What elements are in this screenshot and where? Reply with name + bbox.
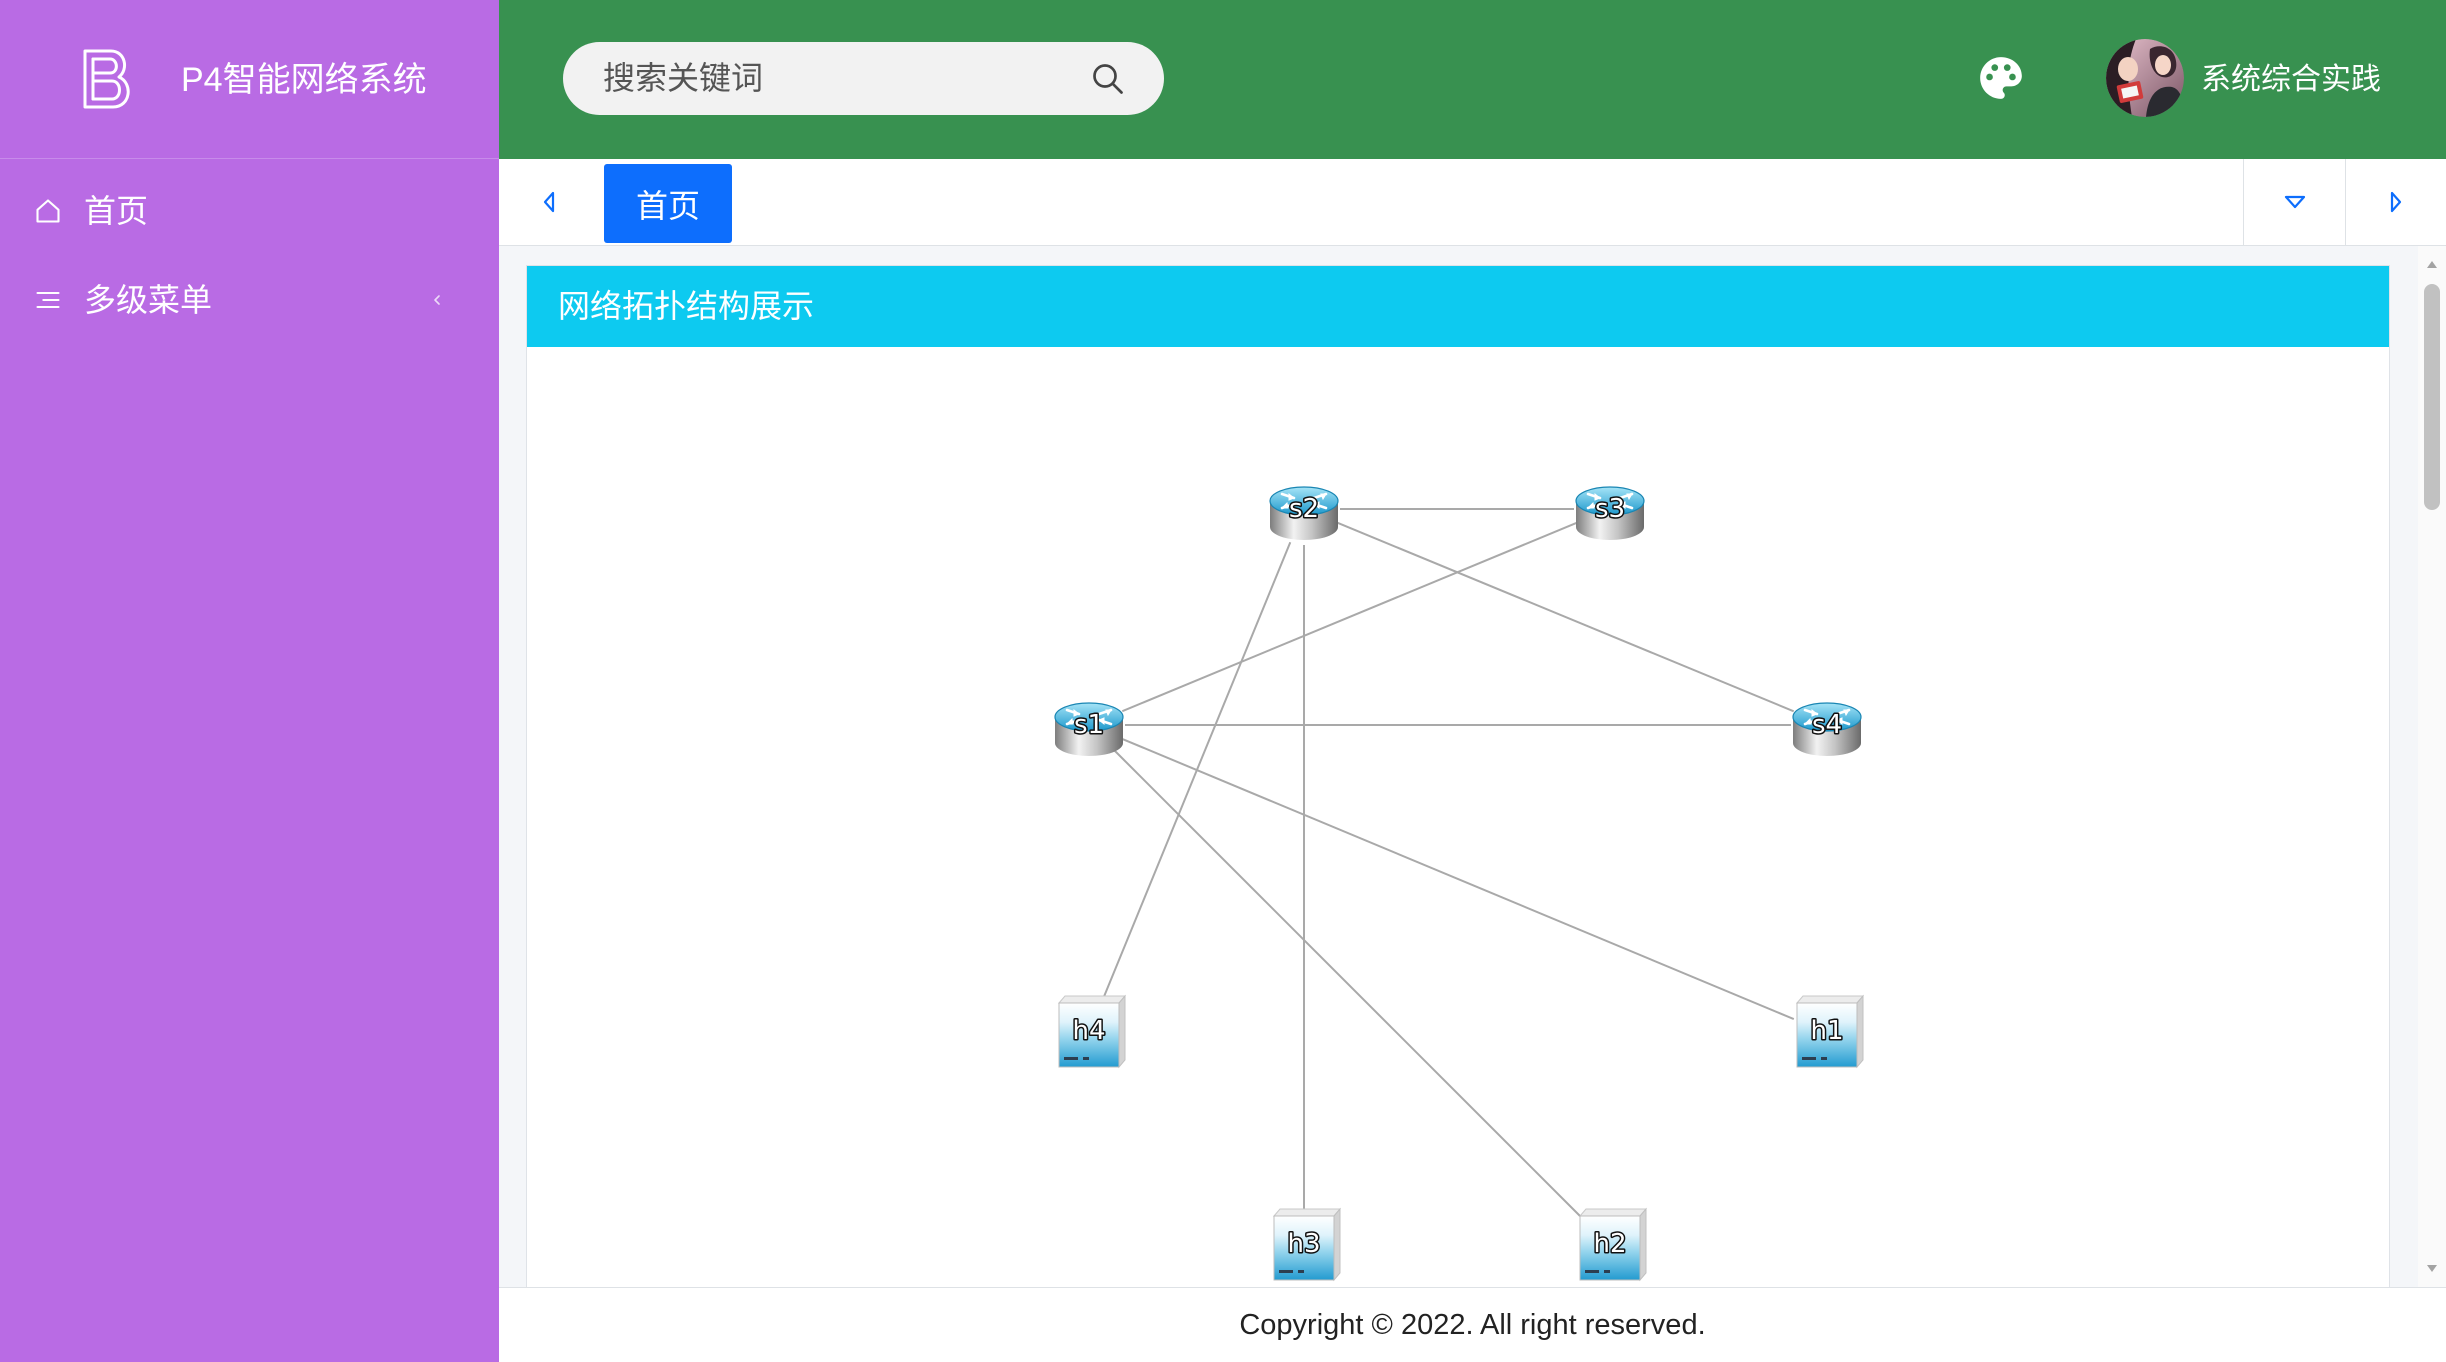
caret-left-icon — [539, 189, 559, 215]
switch-node[interactable]: s3 — [1574, 485, 1646, 542]
tab-home[interactable]: 首页 — [604, 164, 732, 243]
host-node[interactable]: h2 — [1579, 1208, 1647, 1281]
node-label: h2 — [1593, 1229, 1626, 1259]
host-node[interactable]: h4 — [1058, 995, 1126, 1068]
sidebar-menu: 首页 多级菜单 — [0, 167, 499, 345]
top-header: 系统综合实践 — [499, 0, 2446, 159]
chevron-left-icon[interactable] — [427, 290, 447, 310]
indent-menu-icon — [34, 286, 62, 314]
app-title: P4智能网络系统 — [181, 61, 427, 99]
footer-copyright: Copyright © 2022. All right reserved. — [499, 1287, 2446, 1362]
topology-links — [1101, 508, 1795, 1222]
topology-card: 网络拓扑结构展示 s1 s2 s3 s4 h1 h2 h3 h4 — [526, 265, 2390, 1287]
sidebar-item-multilevel-menu[interactable]: 多级菜单 — [0, 256, 499, 345]
sidebar: P4智能网络系统 首页 多级菜单 — [0, 0, 499, 1362]
topology-link — [1101, 541, 1292, 1001]
scroll-up-arrow-icon[interactable] — [2426, 260, 2438, 269]
node-label: s2 — [1289, 494, 1319, 524]
sidebar-item-label: 多级菜单 — [84, 282, 213, 318]
brand[interactable]: P4智能网络系统 — [0, 0, 499, 159]
node-label: h1 — [1810, 1016, 1843, 1046]
tab-scroll-right-button[interactable] — [2345, 159, 2446, 245]
vertical-scrollbar[interactable] — [2418, 246, 2446, 1287]
node-label: s4 — [1812, 710, 1842, 740]
content-area: 网络拓扑结构展示 s1 s2 s3 s4 h1 h2 h3 h4 — [499, 246, 2446, 1287]
host-node[interactable]: h1 — [1796, 995, 1864, 1068]
search-icon[interactable] — [1090, 61, 1126, 97]
card-title: 网络拓扑结构展示 — [527, 266, 2389, 347]
host-node[interactable]: h3 — [1273, 1208, 1341, 1281]
topology-link — [1121, 737, 1795, 1021]
tab-menu-dropdown-button[interactable] — [2243, 159, 2345, 245]
search-input[interactable] — [603, 42, 1083, 115]
search-box[interactable] — [563, 42, 1164, 115]
scroll-down-arrow-icon[interactable] — [2426, 1264, 2438, 1273]
user-name[interactable]: 系统综合实践 — [2201, 60, 2381, 100]
sidebar-item-label: 首页 — [84, 193, 149, 229]
palette-icon[interactable] — [1976, 53, 2026, 103]
node-label: h4 — [1072, 1016, 1105, 1046]
tab-scroll-left-button[interactable] — [499, 159, 599, 245]
main-area: 系统综合实践 首页 网络 — [499, 0, 2446, 1362]
scrollbar-thumb[interactable] — [2424, 284, 2440, 510]
switch-node[interactable]: s1 — [1053, 701, 1125, 758]
brand-logo-icon[interactable] — [81, 47, 137, 111]
tab-bar: 首页 — [499, 159, 2446, 246]
topology-canvas[interactable]: s1 s2 s3 s4 h1 h2 h3 h4 — [527, 347, 2389, 1287]
home-icon — [34, 197, 62, 225]
node-label: s1 — [1074, 710, 1104, 740]
node-label: h3 — [1287, 1229, 1320, 1259]
topology-link — [1113, 749, 1586, 1222]
topology-nodes: s1 s2 s3 s4 h1 h2 h3 h4 — [1053, 485, 1864, 1281]
topology-link — [1121, 521, 1578, 713]
switch-node[interactable]: s2 — [1268, 485, 1340, 542]
topology-graph[interactable]: s1 s2 s3 s4 h1 h2 h3 h4 — [527, 347, 2389, 1287]
topology-link — [1336, 521, 1795, 713]
caret-right-icon — [2386, 189, 2406, 215]
user-avatar[interactable] — [2106, 39, 2184, 117]
caret-down-icon — [2282, 192, 2308, 212]
switch-node[interactable]: s4 — [1791, 701, 1863, 758]
node-label: s3 — [1595, 494, 1625, 524]
sidebar-item-home[interactable]: 首页 — [0, 167, 499, 256]
